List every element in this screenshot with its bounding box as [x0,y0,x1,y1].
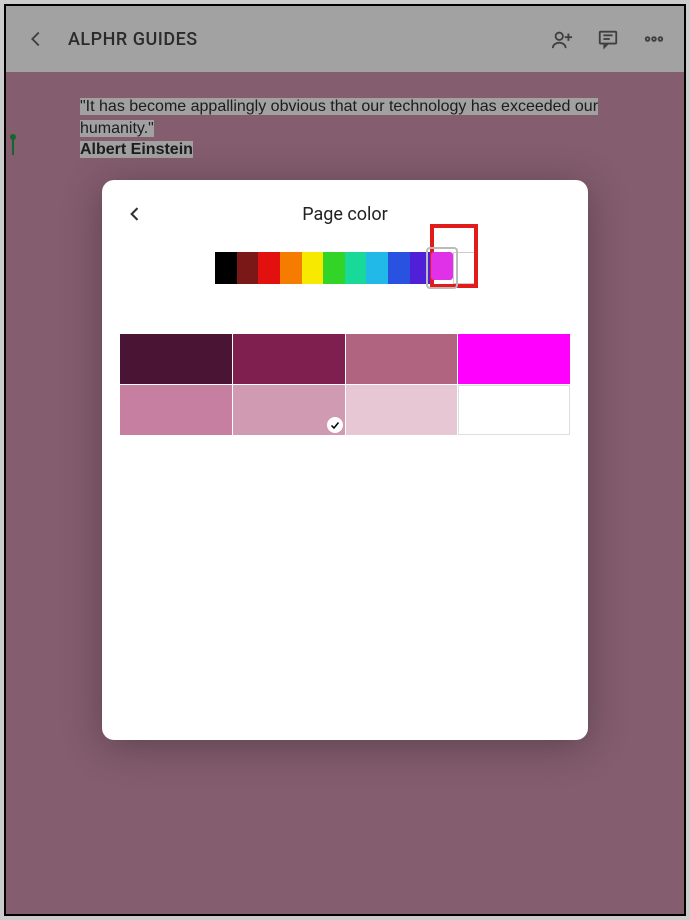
hue-swatch-magenta[interactable] [426,247,458,289]
shade-swatch-6[interactable] [346,385,458,435]
page-color-sheet: Page color [102,180,588,740]
shade-swatch-0[interactable] [120,334,232,384]
sheet-back-icon[interactable] [120,199,150,229]
hue-row [112,252,578,284]
hue-swatch-green[interactable] [323,252,345,284]
shade-swatch-3[interactable] [458,334,570,384]
hue-swatch-yellow[interactable] [302,252,324,284]
shade-swatch-2[interactable] [346,334,458,384]
sheet-header: Page color [112,198,578,230]
shade-swatch-7[interactable] [458,385,570,435]
shade-grid [120,334,570,435]
hue-strip [215,252,475,284]
hue-swatch-cyan[interactable] [366,252,388,284]
shade-swatch-5[interactable] [233,385,345,435]
hue-swatch-black[interactable] [215,252,237,284]
hue-swatch-orange[interactable] [280,252,302,284]
shade-swatch-4[interactable] [120,385,232,435]
check-icon [327,417,343,433]
shade-swatch-1[interactable] [233,334,345,384]
hue-swatch-red[interactable] [258,252,280,284]
hue-swatch-teal[interactable] [345,252,367,284]
sheet-title: Page color [150,204,540,225]
modal-overlay[interactable]: Page color [6,6,684,914]
hue-swatch-maroon[interactable] [237,252,259,284]
hue-swatch-blue[interactable] [388,252,410,284]
app-frame: ALPHR GUIDES "It has become appallingly … [4,4,686,916]
